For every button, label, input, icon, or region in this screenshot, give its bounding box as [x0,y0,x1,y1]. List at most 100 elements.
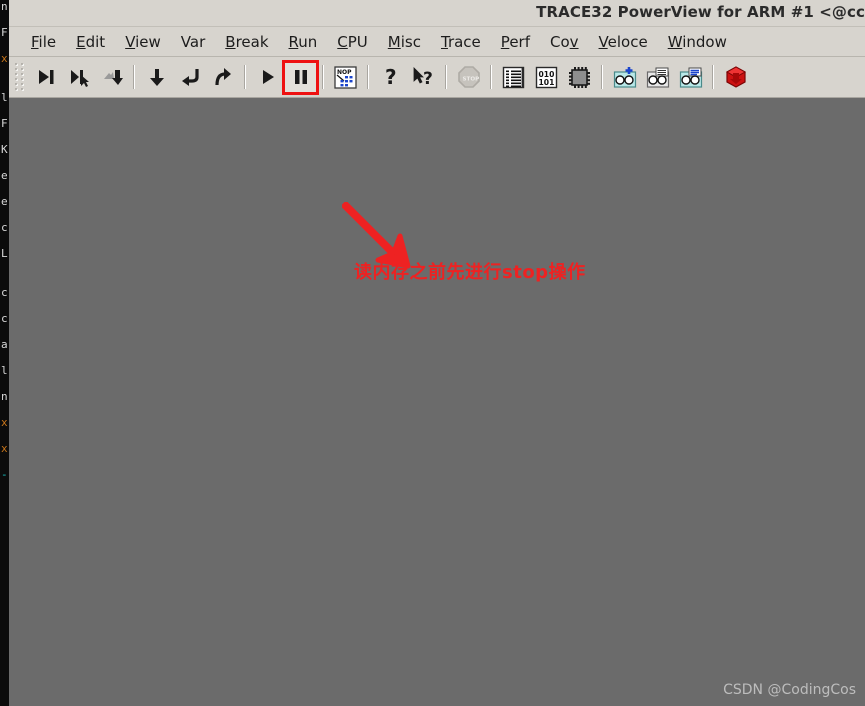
menu-misc[interactable]: Misc [378,31,431,53]
toolbar-separator [322,65,324,89]
terminal-line: l: [1,364,9,377]
terminal-line-gap [0,13,9,26]
terminal-line: e [1,169,8,182]
menu-accelerator: V [125,32,136,51]
menu-accelerator: v [569,32,579,51]
svg-text:NOP: NOP [337,69,352,76]
red-cube-icon[interactable] [719,62,752,93]
memory-dump-icon[interactable]: 010 101 [530,62,563,93]
go-run-icon[interactable] [251,62,284,93]
terminal-line: F [1,26,8,39]
trace32-main-window: TRACE32 PowerView for ARM #1 <@cc File Ed… [9,0,865,706]
terminal-line-gap [0,78,9,91]
menu-trace[interactable]: Trace [431,31,491,53]
toolbar-separator [445,65,447,89]
toolbar-separator [244,65,246,89]
step-icon[interactable] [29,62,62,93]
terminal-line: K [1,143,8,156]
menu-perf[interactable]: Perf [491,31,540,53]
title-bar[interactable]: TRACE32 PowerView for ARM #1 <@cc [9,0,865,27]
terminal-line: n| [1,0,9,13]
terminal-line: x [1,416,8,429]
toolbar-separator [712,65,714,89]
menu-accelerator: V [598,32,608,51]
terminal-line: c [1,286,8,299]
menu-accelerator: R [288,32,299,51]
background-terminal-window[interactable]: n|Fxl|FKeecL|ccal:n|xx- [0,0,9,706]
toolbar-separator [601,65,603,89]
svg-text:?: ? [423,69,433,88]
terminal-line-gap [0,182,9,195]
menu-accelerator: M [387,32,401,51]
terminal-line: - [1,468,8,481]
menu-view[interactable]: View [115,31,171,53]
nop-list-icon[interactable]: NOP [329,62,362,93]
break-stop-icon[interactable] [282,59,319,95]
stop-sign-icon: STOP [452,62,485,93]
terminal-line-gap [0,351,9,364]
toolbar-separator [367,65,369,89]
menu-accelerator: C [337,32,348,51]
window-title: TRACE32 PowerView for ARM #1 <@cc [536,3,865,21]
terminal-line: F [1,117,8,130]
terminal-line-gap [0,325,9,338]
menu-accelerator: E [76,32,86,51]
step-out-icon[interactable] [206,62,239,93]
terminal-line-gap [0,403,9,416]
terminal-line: l| [1,91,9,104]
menu-edit[interactable]: Edit [66,31,115,53]
menu-run[interactable]: Run [279,31,328,53]
terminal-line-gap [0,39,9,52]
step-back-icon[interactable] [95,62,128,93]
svg-text:?: ? [385,66,397,88]
terminal-line-gap [0,104,9,117]
menu-accelerator: B [225,32,236,51]
step-into-icon[interactable] [173,62,206,93]
var-local-icon[interactable] [641,62,674,93]
var-watch-add-icon[interactable] [608,62,641,93]
terminal-line-gap [0,156,9,169]
peripheral-chip-icon[interactable] [563,62,596,93]
terminal-line-gap [0,455,9,468]
terminal-line: x [1,442,8,455]
step-down-icon[interactable] [140,62,173,93]
menu-accelerator: T [440,32,448,51]
terminal-line: c [1,312,8,325]
terminal-line-gap [0,429,9,442]
terminal-line-gap [0,65,9,78]
terminal-line: a [1,338,8,351]
svg-text:STOP: STOP [462,77,479,83]
terminal-line-gap [0,481,9,494]
context-help-icon[interactable]: ? [407,62,440,93]
menu-break[interactable]: Break [215,31,278,53]
toolbar-grip[interactable] [13,63,25,91]
svg-text:101: 101 [539,78,555,87]
terminal-line: c [1,221,8,234]
menu-cov[interactable]: Cov [540,31,589,53]
menu-accelerator: P [500,32,510,51]
menu-window[interactable]: Window [658,31,737,53]
watermark: CSDN @CodingCos [723,682,856,698]
terminal-line: L| [1,247,9,260]
terminal-line: x [1,52,8,65]
terminal-line-gap [0,273,9,286]
annotation-text: 读内存之前先进行stop操作 [354,262,586,283]
terminal-line-gap [0,260,9,273]
step-over-cursor-icon[interactable] [62,62,95,93]
var-view-icon[interactable] [674,62,707,93]
menu-file[interactable]: File [21,31,66,53]
menu-accelerator: F [31,32,39,51]
terminal-line-gap [0,299,9,312]
toolbar-separator [133,65,135,89]
terminal-line: e [1,195,8,208]
client-area: 读内存之前先进行stop操作 CSDN @CodingCos [9,98,865,706]
menu-cpu[interactable]: CPU [327,31,378,53]
menu-veloce[interactable]: Veloce [589,31,658,53]
list-source-icon[interactable] [497,62,530,93]
help-icon[interactable]: ? [374,62,407,93]
terminal-line: n| [1,390,9,403]
terminal-line-gap [0,377,9,390]
menu-accelerator: W [667,32,683,51]
terminal-line-gap [0,130,9,143]
menu-var[interactable]: Var [171,31,215,53]
